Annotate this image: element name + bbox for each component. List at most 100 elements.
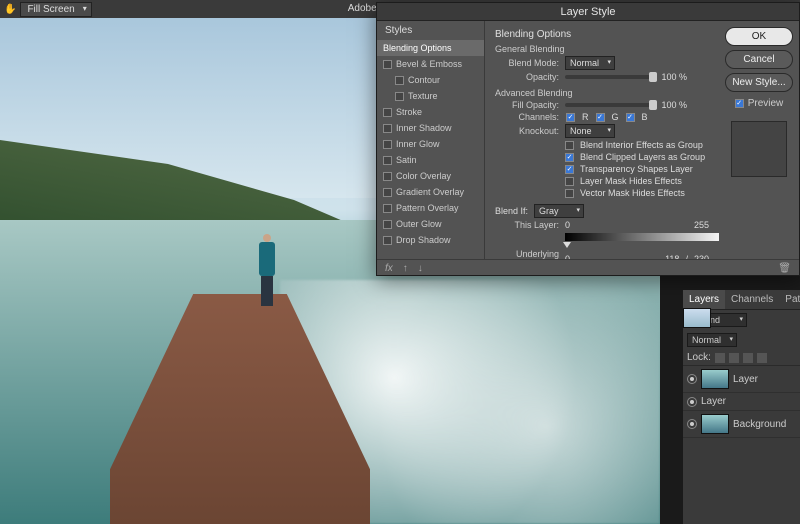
opacity-value[interactable]: 100: [661, 72, 687, 82]
layer-thumbnail: [701, 414, 729, 434]
layer-name[interactable]: Background: [733, 419, 786, 430]
trash-icon[interactable]: 🗑: [778, 263, 791, 274]
canvas-person: [256, 234, 278, 310]
style-contour[interactable]: Contour: [377, 72, 484, 88]
lock-position-icon[interactable]: [743, 353, 753, 363]
this-layer-label: This Layer:: [495, 220, 559, 230]
style-satin[interactable]: Satin: [377, 152, 484, 168]
advanced-blending-header: Advanced Blending: [495, 88, 709, 98]
layer-row[interactable]: Layer: [683, 393, 800, 411]
style-checkbox[interactable]: [383, 236, 392, 245]
channel-b-checkbox[interactable]: [626, 113, 635, 122]
style-drop-shadow[interactable]: Drop Shadow: [377, 232, 484, 248]
layer-mode-select[interactable]: Normal: [687, 333, 737, 347]
tab-channels[interactable]: Channels: [725, 290, 779, 309]
knockout-label: Knockout:: [495, 126, 559, 136]
blend-mode-select[interactable]: Normal: [565, 56, 615, 70]
new-style-button[interactable]: New Style...: [725, 73, 793, 92]
tab-paths[interactable]: Paths: [779, 290, 800, 309]
fill-opacity-label: Fill Opacity:: [495, 100, 559, 110]
fx-icon[interactable]: fx: [385, 263, 393, 274]
fill-opacity-value[interactable]: 100: [661, 100, 687, 110]
styles-list: Styles Blending OptionsBevel & EmbossCon…: [377, 21, 485, 259]
ok-button[interactable]: OK: [725, 27, 793, 46]
preview-checkbox[interactable]: [735, 99, 744, 108]
layer-style-dialog: Layer Style Styles Blending OptionsBevel…: [376, 2, 800, 276]
blending-options-panel: Blending Options General Blending Blend …: [485, 21, 719, 259]
style-texture[interactable]: Texture: [377, 88, 484, 104]
layer-thumbnail: [701, 369, 729, 389]
adv-checkbox[interactable]: [565, 141, 574, 150]
lock-pixels-icon[interactable]: [729, 353, 739, 363]
preview-swatch: [731, 121, 787, 177]
fill-opacity-slider[interactable]: [565, 103, 655, 107]
style-stroke[interactable]: Stroke: [377, 104, 484, 120]
layer-name[interactable]: Layer: [733, 374, 758, 385]
styles-header: Styles: [377, 21, 484, 40]
hand-icon: ✋: [4, 4, 16, 15]
style-color-overlay[interactable]: Color Overlay: [377, 168, 484, 184]
zoom-mode-select[interactable]: Fill Screen: [20, 2, 91, 17]
cancel-button[interactable]: Cancel: [725, 50, 793, 69]
style-bevel-emboss[interactable]: Bevel & Emboss: [377, 56, 484, 72]
style-checkbox[interactable]: [383, 172, 392, 181]
layer-name[interactable]: Layer: [701, 396, 726, 407]
opacity-label: Opacity:: [495, 72, 559, 82]
style-gradient-overlay[interactable]: Gradient Overlay: [377, 184, 484, 200]
dialog-footer: fx ↑ ↓ 🗑: [377, 259, 799, 277]
blendif-label: Blend If:: [495, 206, 528, 216]
layer-row[interactable]: Layer: [683, 366, 800, 393]
underlying-white-low: 118: [665, 254, 679, 259]
underlying-label: Underlying Layer:: [495, 249, 559, 259]
visibility-icon[interactable]: [687, 374, 697, 384]
underlying-white-high: 230: [694, 254, 709, 259]
style-checkbox[interactable]: [395, 92, 404, 101]
general-blending-header: General Blending: [495, 44, 709, 54]
lock-all-icon[interactable]: [757, 353, 767, 363]
arrow-up-icon[interactable]: ↑: [403, 263, 408, 274]
layers-panel: Layers Channels Paths Q Kind Normal Lock…: [682, 290, 800, 524]
style-checkbox[interactable]: [383, 156, 392, 165]
style-blending-options[interactable]: Blending Options: [377, 40, 484, 56]
visibility-icon[interactable]: [687, 419, 697, 429]
style-inner-shadow[interactable]: Inner Shadow: [377, 120, 484, 136]
style-checkbox[interactable]: [383, 140, 392, 149]
underlying-black: 0: [565, 254, 570, 259]
style-outer-glow[interactable]: Outer Glow: [377, 216, 484, 232]
preview-label: Preview: [748, 98, 784, 109]
section-header: Blending Options: [495, 29, 709, 40]
channel-r-checkbox[interactable]: [566, 113, 575, 122]
arrow-down-icon[interactable]: ↓: [418, 263, 423, 274]
adv-checkbox[interactable]: [565, 189, 574, 198]
lock-label: Lock:: [687, 352, 711, 363]
layer-thumbnail: [683, 308, 711, 328]
style-pattern-overlay[interactable]: Pattern Overlay: [377, 200, 484, 216]
lock-transparency-icon[interactable]: [715, 353, 725, 363]
adv-checkbox[interactable]: [565, 165, 574, 174]
style-checkbox[interactable]: [395, 76, 404, 85]
dialog-buttons: OK Cancel New Style... Preview: [719, 21, 799, 259]
style-checkbox[interactable]: [383, 188, 392, 197]
adv-checkbox[interactable]: [565, 177, 574, 186]
layer-row[interactable]: Background: [683, 411, 800, 438]
options-bar: ✋ Fill Screen: [0, 0, 92, 18]
style-checkbox[interactable]: [383, 220, 392, 229]
blendif-channel-select[interactable]: Gray: [534, 204, 584, 218]
channels-label: Channels:: [495, 112, 559, 122]
visibility-icon[interactable]: [687, 397, 697, 407]
this-layer-white: 255: [694, 220, 709, 230]
knockout-select[interactable]: None: [565, 124, 615, 138]
style-checkbox[interactable]: [383, 204, 392, 213]
channel-g-checkbox[interactable]: [596, 113, 605, 122]
dialog-title[interactable]: Layer Style: [377, 3, 799, 21]
style-inner-glow[interactable]: Inner Glow: [377, 136, 484, 152]
style-checkbox[interactable]: [383, 124, 392, 133]
style-checkbox[interactable]: [383, 108, 392, 117]
tab-layers[interactable]: Layers: [683, 290, 725, 309]
style-checkbox[interactable]: [383, 60, 392, 69]
this-layer-track[interactable]: [565, 233, 719, 241]
opacity-slider[interactable]: [565, 75, 655, 79]
this-layer-black: 0: [565, 220, 570, 230]
adv-checkbox[interactable]: [565, 153, 574, 162]
blend-mode-label: Blend Mode:: [495, 58, 559, 68]
